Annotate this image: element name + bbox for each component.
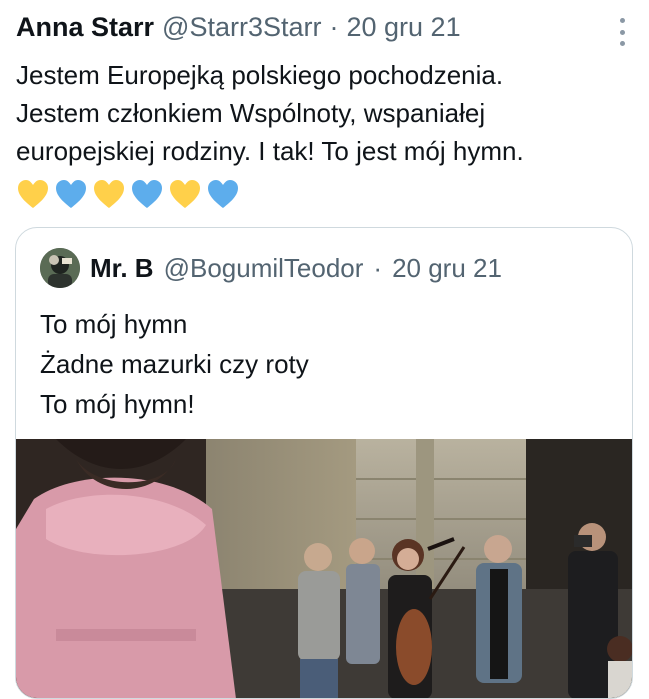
quoted-text-line: Żadne mazurki czy roty [40,349,309,379]
quoted-tweet-text: To mój hymn Żadne mazurki czy roty To mó… [40,304,309,424]
separator-dot: · [329,12,339,42]
tweet-text-line: europejskiej rodziny. I tak! To jest mój… [16,136,524,166]
more-dot [619,29,625,35]
author-name[interactable]: Anna Starr [16,12,154,43]
tweet-text-line: Jestem członkiem Wspólnoty, wspaniałej [16,98,486,128]
street-musicians-image [16,439,632,698]
quoted-text-line: To mój hymn [40,309,188,339]
quoted-tweet[interactable]: Mr. B @BogumilTeodor · 20 gru 21 To mój … [15,227,633,699]
blue-heart-icon [132,180,162,208]
tweet-text-line: Jestem Europejką polskiego pochodzenia. [16,60,504,90]
tweet[interactable]: Anna Starr @Starr3Starr · 20 gru 21 Jest… [0,0,649,699]
blue-heart-icon [208,180,238,208]
tweet-date[interactable]: 20 gru 21 [347,12,461,43]
quoted-text-line: To mój hymn! [40,389,195,419]
tweet-header: Anna Starr @Starr3Starr · 20 gru 21 [16,12,461,43]
yellow-heart-icon [170,180,200,208]
more-dot [619,18,625,23]
quoted-author-handle[interactable]: @BogumilTeodor [164,253,364,284]
quoted-author-avatar[interactable] [40,248,80,288]
heart-emoji-row [16,178,240,210]
tweet-text: Jestem Europejką polskiego pochodzenia. … [16,56,636,170]
more-options-icon[interactable] [615,18,629,46]
separator-dot: · [373,252,383,283]
blue-heart-icon [56,180,86,208]
quoted-video-thumbnail[interactable] [16,439,632,698]
quoted-author-name[interactable]: Mr. B [90,253,154,284]
yellow-heart-icon [18,180,48,208]
avatar-image [40,248,80,288]
quoted-tweet-header: Mr. B @BogumilTeodor · 20 gru 21 [40,248,502,288]
quoted-tweet-date[interactable]: 20 gru 21 [392,253,502,284]
author-handle[interactable]: @Starr3Starr [162,12,321,43]
yellow-heart-icon [94,180,124,208]
more-dot [619,41,625,46]
